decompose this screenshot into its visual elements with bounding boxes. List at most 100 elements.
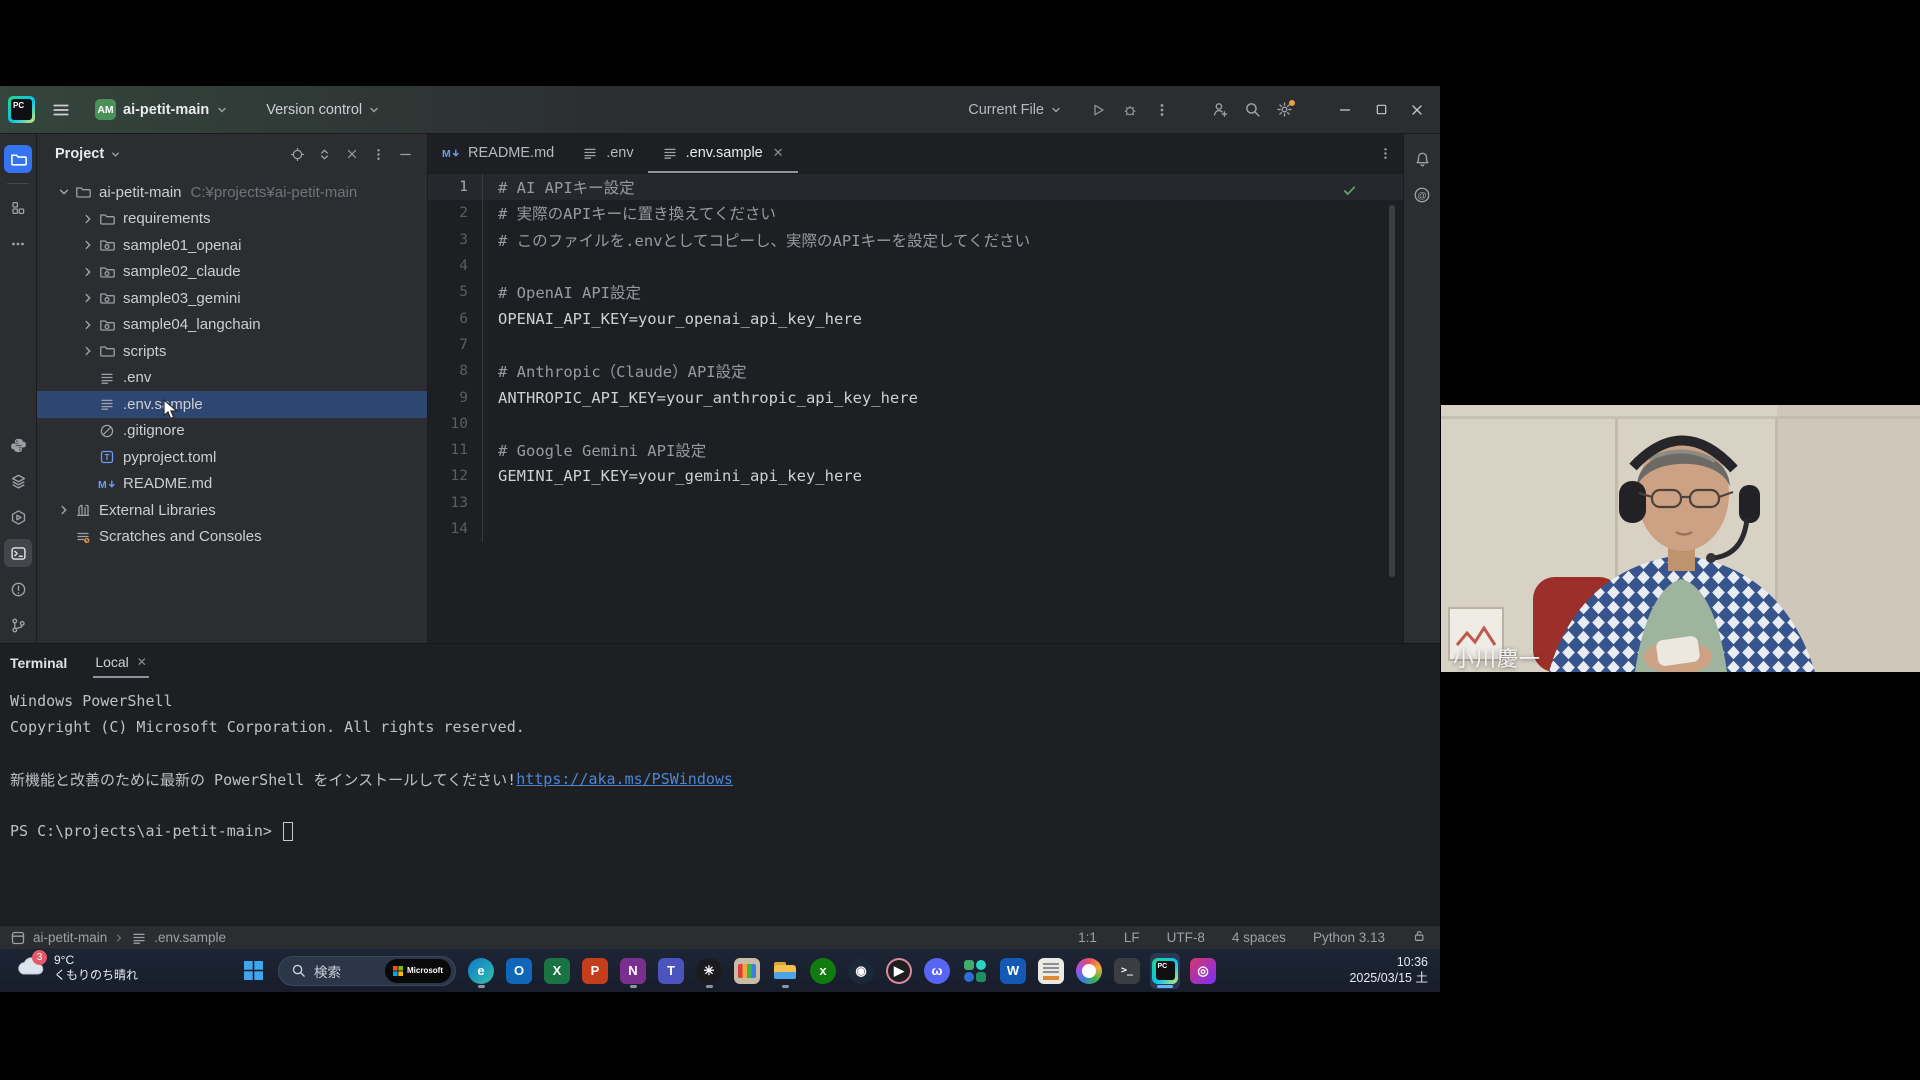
services-toolwindow-icon[interactable] <box>4 467 32 495</box>
chatgpt-icon[interactable]: ✳ <box>694 953 724 989</box>
run-toolwindow-icon[interactable] <box>4 503 32 531</box>
pycharm-icon[interactable]: PC <box>1150 953 1180 989</box>
maximize-button[interactable] <box>1364 93 1398 127</box>
chevron-right-icon[interactable] <box>79 292 97 304</box>
status-utf-8[interactable]: UTF-8 <box>1167 930 1205 945</box>
tree-item-Scratches and Consoles[interactable]: Scratches and Consoles <box>37 524 427 551</box>
git-toolwindow-icon[interactable] <box>4 611 32 639</box>
powerpoint-icon[interactable]: P <box>580 953 610 989</box>
run-button[interactable] <box>1082 95 1114 125</box>
tree-item-.gitignore[interactable]: .gitignore <box>37 418 427 445</box>
editor-line-12[interactable]: 12GEMINI_API_KEY=your_gemini_api_key_her… <box>428 463 1403 489</box>
editor-line-10[interactable]: 10 <box>428 411 1403 437</box>
editor-line-13[interactable]: 13 <box>428 490 1403 516</box>
terminal-title[interactable]: Terminal <box>10 655 67 678</box>
chevron-right-icon[interactable] <box>79 266 97 278</box>
steam-icon[interactable]: ◉ <box>846 953 876 989</box>
expand-all-button[interactable] <box>311 141 338 167</box>
close-tab-icon[interactable]: ✕ <box>773 145 784 161</box>
edge-icon[interactable]: e <box>466 953 496 989</box>
onenote-icon[interactable]: N <box>618 953 648 989</box>
editor-line-5[interactable]: 5# OpenAI API設定 <box>428 279 1403 305</box>
editor-line-14[interactable]: 14 <box>428 516 1403 542</box>
project-toolwindow-icon[interactable] <box>4 145 32 173</box>
tree-item-External Libraries[interactable]: External Libraries <box>37 497 427 524</box>
collapse-all-button[interactable] <box>338 141 365 167</box>
terminal-toolwindow-icon[interactable] <box>4 539 32 567</box>
terminal-tab-local[interactable]: Local ✕ <box>93 654 149 678</box>
problems-toolwindow-icon[interactable] <box>4 575 32 603</box>
python-packages-icon[interactable] <box>4 431 32 459</box>
tab-options-button[interactable] <box>1367 134 1403 173</box>
editor-line-1[interactable]: 1# AI APIキー設定 <box>428 174 1403 200</box>
excel-icon[interactable]: X <box>542 953 572 989</box>
chevron-right-icon[interactable] <box>79 239 97 251</box>
inspections-passed-icon[interactable] <box>1342 183 1357 202</box>
editor-line-9[interactable]: 9ANTHROPIC_API_KEY=your_anthropic_api_ke… <box>428 384 1403 410</box>
app-magenta-icon[interactable]: ◎ <box>1188 953 1218 989</box>
tree-item-README.md[interactable]: MREADME.md <box>37 471 427 498</box>
terminal-app-icon[interactable]: >_ <box>1112 953 1142 989</box>
settings-button[interactable] <box>1268 95 1300 125</box>
tree-item-requirements[interactable]: requirements <box>37 206 427 233</box>
run-config-selector[interactable]: Current File <box>968 102 1062 118</box>
weather-widget[interactable]: 3 9°C くもりのち晴れ <box>14 953 138 983</box>
status-python-3-13[interactable]: Python 3.13 <box>1313 930 1385 945</box>
tree-item-sample02_claude[interactable]: sample02_claude <box>37 259 427 286</box>
main-menu-button[interactable] <box>45 94 77 126</box>
start-button[interactable] <box>238 956 268 986</box>
discord-icon[interactable]: ω <box>922 953 952 989</box>
tree-item-sample03_gemini[interactable]: sample03_gemini <box>37 285 427 312</box>
chevron-right-icon[interactable] <box>55 504 73 516</box>
editor-tab-.env[interactable]: .env <box>568 134 647 173</box>
photos-icon[interactable] <box>732 953 762 989</box>
close-icon[interactable]: ✕ <box>137 655 147 669</box>
panel-options-button[interactable] <box>365 141 392 167</box>
tree-item-ai-petit-main[interactable]: ai-petit-mainC:¥projects¥ai-petit-main <box>37 179 427 206</box>
explorer-icon[interactable] <box>770 953 800 989</box>
minimize-button[interactable] <box>1328 93 1362 127</box>
vcs-menu-button[interactable]: Version control <box>258 98 388 122</box>
lock-icon[interactable] <box>1412 929 1426 946</box>
ai-assistant-icon[interactable]: @ <box>1408 181 1436 209</box>
tree-item-.env[interactable]: .env <box>37 365 427 392</box>
tree-item-.env.sample[interactable]: .env.sample <box>37 391 427 418</box>
editor-line-6[interactable]: 6OPENAI_API_KEY=your_openai_api_key_here <box>428 305 1403 331</box>
chevron-right-icon[interactable] <box>79 319 97 331</box>
status-lf[interactable]: LF <box>1124 930 1140 945</box>
editor-line-8[interactable]: 8# Anthropic（Claude）API設定 <box>428 358 1403 384</box>
tree-item-scripts[interactable]: scripts <box>37 338 427 365</box>
search-everywhere-button[interactable] <box>1236 95 1268 125</box>
crumb-project[interactable]: ai-petit-main <box>33 930 107 945</box>
app-quad-icon[interactable] <box>960 953 990 989</box>
editor-scrollbar[interactable] <box>1389 205 1395 577</box>
editor-line-4[interactable]: 4 <box>428 253 1403 279</box>
chevron-right-icon[interactable] <box>79 345 97 357</box>
more-actions-button[interactable] <box>1146 95 1178 125</box>
notifications-bell-icon[interactable] <box>1408 145 1436 173</box>
close-button[interactable] <box>1400 93 1434 127</box>
hide-panel-button[interactable] <box>392 141 419 167</box>
editor-line-3[interactable]: 3# このファイルを.envとしてコピーし、実際のAPIキーを設定してください <box>428 227 1403 253</box>
outlook-icon[interactable]: O <box>504 953 534 989</box>
tree-item-pyproject.toml[interactable]: Tpyproject.toml <box>37 444 427 471</box>
editor-line-11[interactable]: 11# Google Gemini API設定 <box>428 437 1403 463</box>
locate-file-button[interactable] <box>284 141 311 167</box>
tree-item-sample04_langchain[interactable]: sample04_langchain <box>37 312 427 339</box>
word-icon[interactable]: W <box>998 953 1028 989</box>
chevron-down-icon[interactable] <box>55 186 73 198</box>
editor-line-2[interactable]: 2# 実際のAPIキーに置き換えてください <box>428 200 1403 226</box>
media-player-icon[interactable]: ▶ <box>884 953 914 989</box>
status-4-spaces[interactable]: 4 spaces <box>1232 930 1286 945</box>
editor-body[interactable]: 1# AI APIキー設定2# 実際のAPIキーに置き換えてください3# このフ… <box>428 174 1403 643</box>
copilot-icon[interactable] <box>1074 953 1104 989</box>
chevron-right-icon[interactable] <box>79 213 97 225</box>
editor-tab-.env.sample[interactable]: .env.sample✕ <box>648 134 798 173</box>
crumb-file[interactable]: .env.sample <box>154 930 226 945</box>
editor-line-7[interactable]: 7 <box>428 332 1403 358</box>
notepadpp-icon[interactable] <box>1036 953 1066 989</box>
taskbar-clock[interactable]: 10:36 2025/03/15 土 <box>1349 954 1428 987</box>
debug-button[interactable] <box>1114 95 1146 125</box>
xbox-icon[interactable]: x <box>808 953 838 989</box>
taskbar-search-input[interactable]: 検索 Microsoft <box>278 956 456 986</box>
